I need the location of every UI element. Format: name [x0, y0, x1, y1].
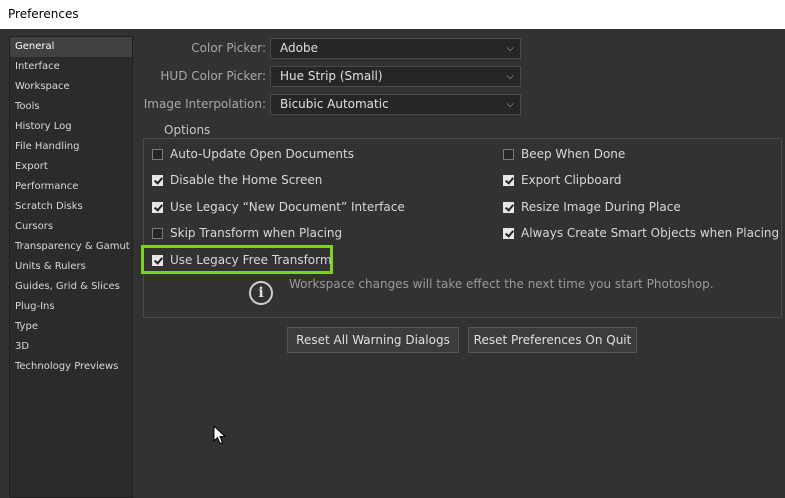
mouse-cursor-icon	[213, 425, 227, 445]
sidebar-item-file-handling[interactable]: File Handling	[10, 137, 132, 157]
checkbox-checked-icon[interactable]	[503, 228, 514, 239]
sidebar-item-guides-grid-slices[interactable]: Guides, Grid & Slices	[10, 277, 132, 297]
smart-objects-checkbox[interactable]: Always Create Smart Objects when Placing	[503, 225, 779, 241]
hud-color-picker-label: HUD Color Picker:	[160, 69, 266, 83]
options-legend: Options	[160, 123, 215, 137]
image-interpolation-label: Image Interpolation:	[143, 97, 266, 111]
sidebar-item-transparency-gamut[interactable]: Transparency & Gamut	[10, 237, 132, 257]
sidebar-item-performance[interactable]: Performance	[10, 177, 132, 197]
auto-update-checkbox[interactable]: Auto-Update Open Documents	[152, 146, 354, 162]
sidebar-item-plug-ins[interactable]: Plug-Ins	[10, 297, 132, 317]
workspace-info-message: Workspace changes will take effect the n…	[289, 277, 714, 291]
sidebar-item-units-rulers[interactable]: Units & Rulers	[10, 257, 132, 277]
legacy-free-transform-label: Use Legacy Free Transform	[170, 253, 332, 267]
smart-objects-label: Always Create Smart Objects when Placing	[521, 226, 780, 240]
reset-preferences-button[interactable]: Reset Preferences On Quit	[468, 327, 637, 353]
image-interpolation-select[interactable]: Bicubic Automatic ⌵	[270, 94, 521, 115]
hud-color-picker-value: Hue Strip (Small)	[280, 69, 383, 83]
checkbox-unchecked-icon[interactable]	[503, 149, 514, 160]
beep-checkbox[interactable]: Beep When Done	[503, 146, 625, 162]
checkbox-checked-icon[interactable]	[503, 202, 514, 213]
sidebar-item-type[interactable]: Type	[10, 317, 132, 337]
sidebar-item-interface[interactable]: Interface	[10, 57, 132, 77]
legacy-free-transform-checkbox[interactable]: Use Legacy Free Transform	[152, 252, 332, 268]
disable-home-checkbox[interactable]: Disable the Home Screen	[152, 172, 322, 188]
preferences-sidebar: General Interface Workspace Tools Histor…	[9, 36, 133, 498]
checkbox-checked-icon[interactable]	[152, 255, 163, 266]
sidebar-item-general[interactable]: General	[10, 37, 132, 57]
sidebar-item-cursors[interactable]: Cursors	[10, 217, 132, 237]
chevron-down-icon: ⌵	[506, 43, 514, 54]
legacy-new-document-label: Use Legacy “New Document” Interface	[170, 200, 405, 214]
export-clipboard-label: Export Clipboard	[521, 173, 622, 187]
sidebar-item-workspace[interactable]: Workspace	[10, 77, 132, 97]
reset-warning-dialogs-button[interactable]: Reset All Warning Dialogs	[287, 327, 459, 353]
chevron-down-icon: ⌵	[506, 71, 514, 82]
hud-color-picker-select[interactable]: Hue Strip (Small) ⌵	[270, 66, 521, 87]
resize-image-checkbox[interactable]: Resize Image During Place	[503, 199, 681, 215]
window-title: Preferences	[0, 0, 785, 29]
resize-image-label: Resize Image During Place	[521, 200, 681, 214]
checkbox-checked-icon[interactable]	[152, 202, 163, 213]
color-picker-value: Adobe	[280, 41, 318, 55]
sidebar-item-tools[interactable]: Tools	[10, 97, 132, 117]
skip-transform-checkbox[interactable]: Skip Transform when Placing	[152, 225, 342, 241]
sidebar-item-export[interactable]: Export	[10, 157, 132, 177]
export-clipboard-checkbox[interactable]: Export Clipboard	[503, 172, 621, 188]
sidebar-item-3d[interactable]: 3D	[10, 337, 132, 357]
legacy-new-document-checkbox[interactable]: Use Legacy “New Document” Interface	[152, 199, 405, 215]
sidebar-item-history-log[interactable]: History Log	[10, 117, 132, 137]
image-interpolation-value: Bicubic Automatic	[280, 97, 389, 111]
sidebar-item-technology-previews[interactable]: Technology Previews	[10, 357, 132, 377]
color-picker-label: Color Picker:	[191, 41, 266, 55]
disable-home-label: Disable the Home Screen	[170, 173, 323, 187]
beep-label: Beep When Done	[521, 147, 626, 161]
checkbox-checked-icon[interactable]	[503, 175, 514, 186]
chevron-down-icon: ⌵	[506, 99, 514, 110]
checkbox-unchecked-icon[interactable]	[152, 228, 163, 239]
checkbox-checked-icon[interactable]	[152, 175, 163, 186]
sidebar-item-scratch-disks[interactable]: Scratch Disks	[10, 197, 132, 217]
color-picker-select[interactable]: Adobe ⌵	[270, 38, 521, 59]
info-icon: i	[249, 281, 273, 305]
auto-update-label: Auto-Update Open Documents	[170, 147, 354, 161]
skip-transform-label: Skip Transform when Placing	[170, 226, 343, 240]
checkbox-unchecked-icon[interactable]	[152, 149, 163, 160]
